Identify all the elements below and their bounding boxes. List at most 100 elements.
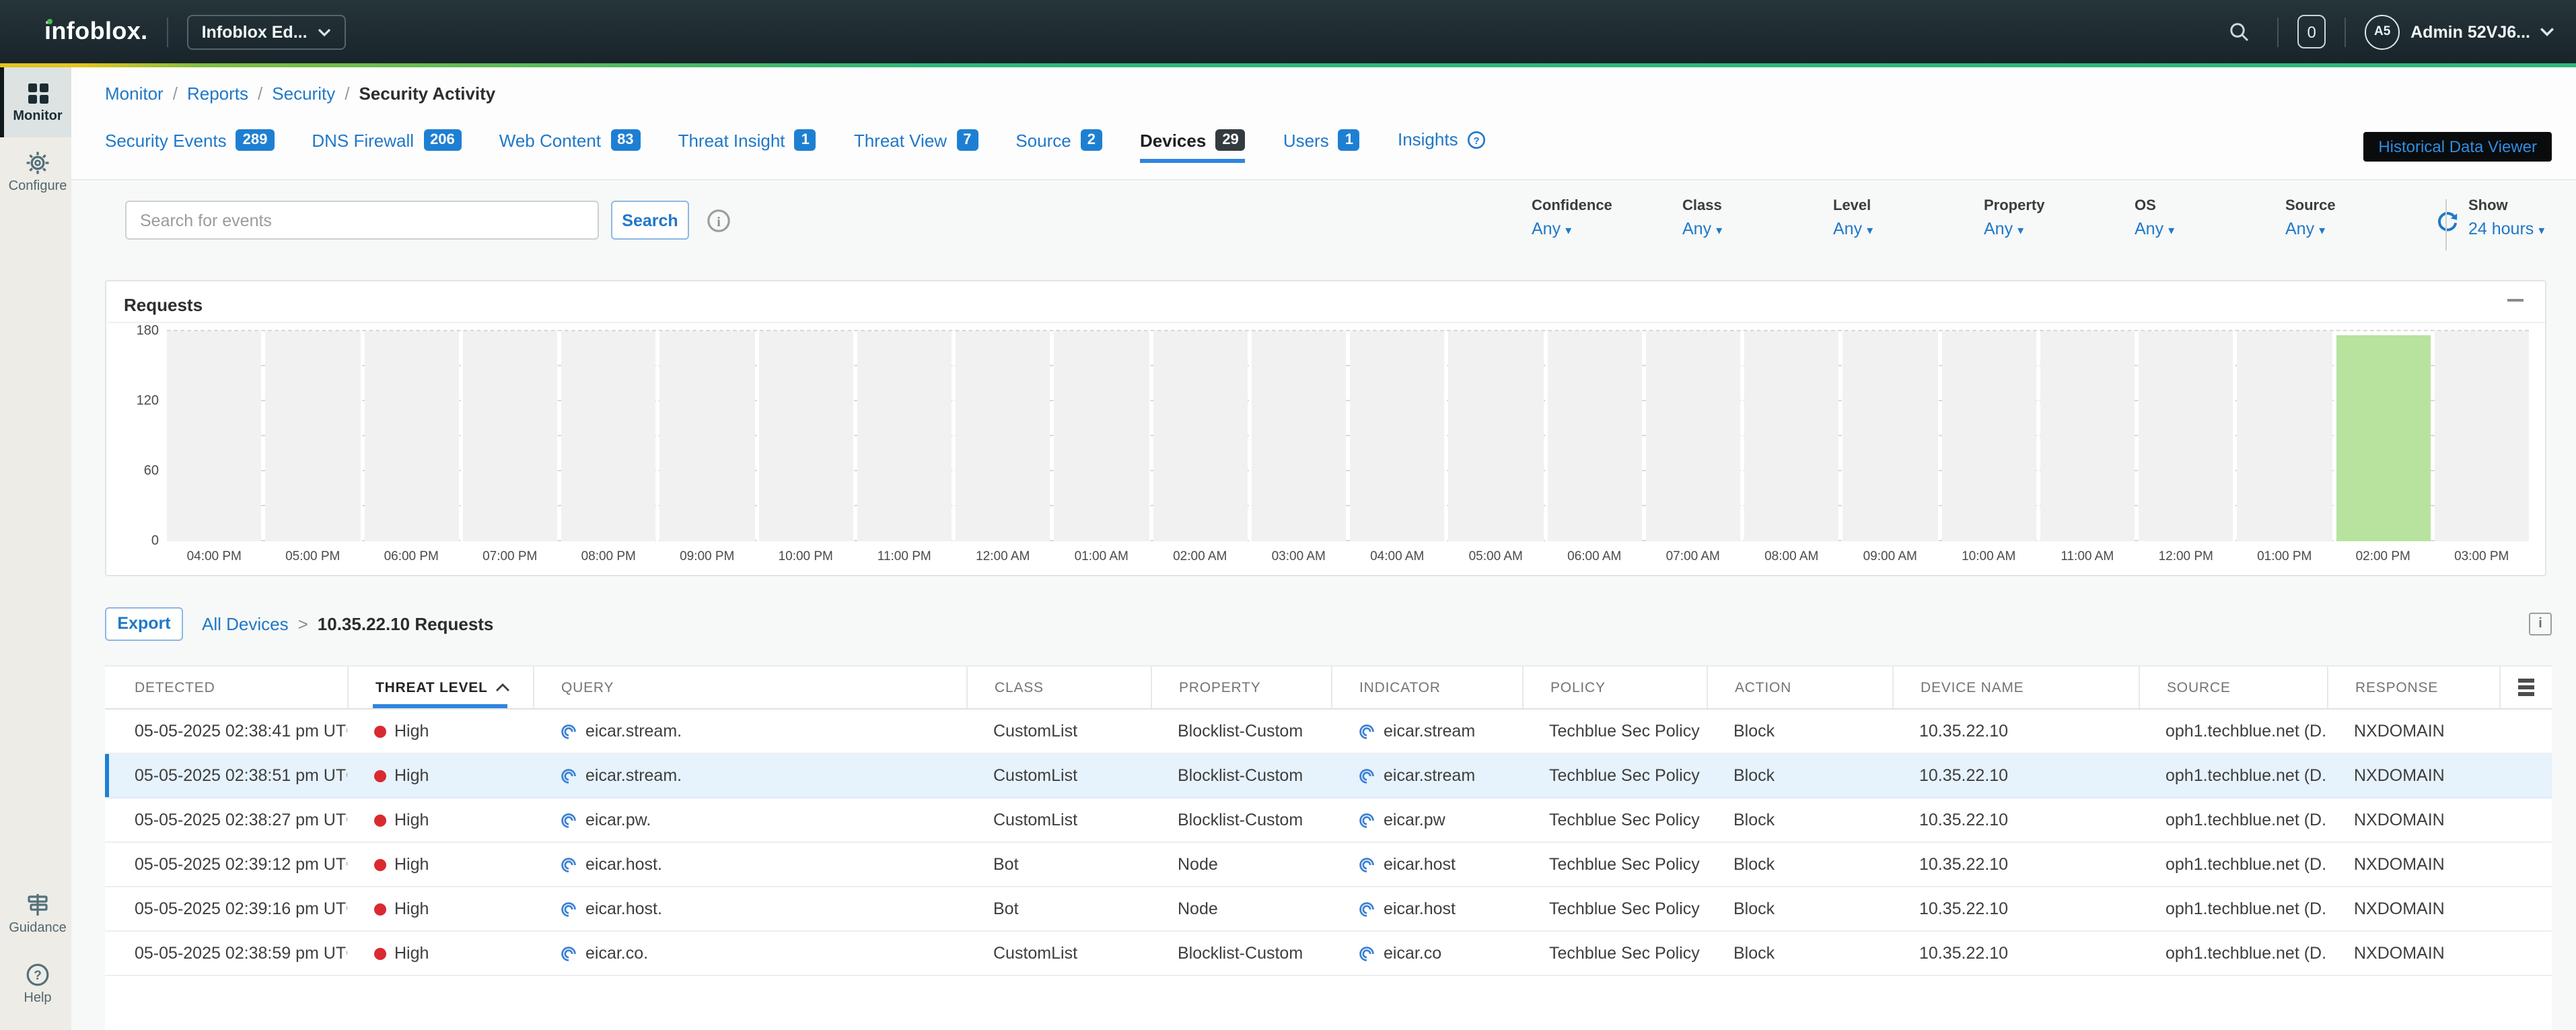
tab-threat-insight[interactable]: Threat Insight1 <box>678 129 816 163</box>
indicator-swirl-icon <box>1358 856 1375 873</box>
chevron-down-icon: ▾ <box>1716 224 1722 237</box>
sidebar-item-guidance[interactable]: Guidance <box>0 879 71 949</box>
tab-label: Threat Insight <box>678 130 785 150</box>
chart-bar-02-00-pm[interactable] <box>2336 335 2431 541</box>
product-switcher-dropdown[interactable]: Infoblox Ed... <box>187 14 347 49</box>
cell-text: eicar.stream <box>1384 722 1475 741</box>
column-header-query[interactable]: QUERY <box>533 666 966 708</box>
breadcrumb-link-reports[interactable]: Reports <box>187 83 248 104</box>
table-row[interactable]: 05-05-2025 02:39:12 pm UTCHigheicar.host… <box>105 843 2552 887</box>
column-header-detected[interactable]: DETECTED <box>105 666 347 708</box>
sidebar-item-help[interactable]: ? Help <box>0 949 71 1019</box>
filter-class[interactable]: ClassAny ▾ <box>1682 198 1774 238</box>
filter-source[interactable]: SourceAny ▾ <box>2285 198 2377 238</box>
threat-level-high-dot <box>374 725 386 737</box>
chevron-down-icon: ▾ <box>1867 224 1873 237</box>
notification-counter[interactable]: 0 <box>2297 15 2326 48</box>
table-row[interactable]: 05-05-2025 02:38:59 pm UTCHigheicar.co.C… <box>105 932 2552 976</box>
tab-threat-view[interactable]: Threat View7 <box>854 129 978 163</box>
search-icon[interactable] <box>2221 13 2258 50</box>
show-value-dropdown[interactable]: 24 hours ▾ <box>2468 219 2552 238</box>
x-axis-tick-label: 07:00 AM <box>1646 549 1741 564</box>
column-header-source[interactable]: SOURCE <box>2139 666 2327 708</box>
events-table: DETECTED THREAT LEVEL QUERYCLASSPROPERTY IN… <box>105 665 2552 1030</box>
table-row[interactable]: 05-05-2025 02:38:41 pm UTCHigheicar.stre… <box>105 710 2552 754</box>
threat-level-high-dot <box>374 903 386 915</box>
minimize-panel-icon[interactable] <box>2505 289 2526 311</box>
chevron-down-icon: ▾ <box>2017 224 2024 237</box>
cell-class: CustomList <box>966 798 1151 842</box>
tab-web-content[interactable]: Web Content83 <box>499 129 641 163</box>
chart-band-07-00-pm <box>463 331 558 541</box>
signpost-icon <box>26 893 50 917</box>
threat-level-high-dot <box>374 947 386 959</box>
column-header-policy[interactable]: POLICY <box>1522 666 1707 708</box>
tab-devices[interactable]: Devices29 <box>1140 129 1246 163</box>
column-header-label: THREAT LEVEL <box>375 679 488 695</box>
filter-value-dropdown[interactable]: Any ▾ <box>2135 219 2226 238</box>
filter-value-dropdown[interactable]: Any ▾ <box>1682 219 1774 238</box>
breadcrumb-link-security[interactable]: Security <box>272 83 335 104</box>
search-info-icon[interactable]: i <box>707 208 731 232</box>
filter-show[interactable]: Show24 hours ▾ <box>2468 198 2552 238</box>
table-row[interactable]: 05-05-2025 02:38:27 pm UTCHigheicar.pw.C… <box>105 798 2552 843</box>
table-row[interactable]: 05-05-2025 02:39:16 pm UTCHigheicar.host… <box>105 887 2552 932</box>
tab-count-badge: 206 <box>423 129 462 151</box>
chart-band-02-00-am <box>1153 331 1248 541</box>
tab-security-events[interactable]: Security Events289 <box>105 129 274 163</box>
column-header-device-name[interactable]: DEVICE NAME <box>1892 666 2139 708</box>
tab-label: Security Events <box>105 130 227 150</box>
tab-label: Users <box>1283 130 1329 150</box>
refresh-icon[interactable] <box>2436 210 2459 233</box>
cell-policy: Techblue Sec Policy <box>1522 887 1707 930</box>
column-header-property[interactable]: PROPERTY <box>1151 666 1331 708</box>
column-header-response[interactable]: RESPONSE <box>2327 666 2499 708</box>
tab-dns-firewall[interactable]: DNS Firewall206 <box>312 129 461 163</box>
search-input[interactable] <box>125 201 599 240</box>
cell-policy: Techblue Sec Policy <box>1522 843 1707 886</box>
tab-label: Threat View <box>854 130 947 150</box>
table-info-icon[interactable]: i <box>2529 612 2552 635</box>
table-columns-menu-icon[interactable] <box>2499 666 2552 708</box>
sidebar-item-monitor[interactable]: Monitor <box>0 67 71 137</box>
filter-value-dropdown[interactable]: Any ▾ <box>1532 219 1623 238</box>
export-button[interactable]: Export <box>105 607 183 640</box>
threat-level-high-dot <box>374 769 386 782</box>
filter-property[interactable]: PropertyAny ▾ <box>1984 198 2075 238</box>
indicator-swirl-icon <box>560 811 577 829</box>
search-button[interactable]: Search <box>611 201 689 240</box>
chart-band-11-00-am <box>2040 331 2135 541</box>
x-axis-tick-label: 01:00 AM <box>1054 549 1149 564</box>
tab-insights[interactable]: Insights? <box>1398 129 1487 162</box>
column-header-label: INDICATOR <box>1359 679 1441 695</box>
filter-level[interactable]: LevelAny ▾ <box>1833 198 1925 238</box>
filter-os[interactable]: OSAny ▾ <box>2135 198 2226 238</box>
filter-value-dropdown[interactable]: Any ▾ <box>1833 219 1925 238</box>
cell-policy: Techblue Sec Policy <box>1522 710 1707 753</box>
all-devices-link[interactable]: All Devices <box>202 613 289 633</box>
column-header-action[interactable]: ACTION <box>1707 666 1892 708</box>
breadcrumb-link-monitor[interactable]: Monitor <box>105 83 164 104</box>
filter-value-dropdown[interactable]: Any ▾ <box>1984 219 2075 238</box>
cell-action: Block <box>1707 798 1892 842</box>
table-body: 05-05-2025 02:38:41 pm UTCHigheicar.stre… <box>105 710 2552 976</box>
column-header-indicator[interactable]: INDICATOR <box>1331 666 1522 708</box>
table-header-row: DETECTED THREAT LEVEL QUERYCLASSPROPERTY IN… <box>105 665 2552 710</box>
sidebar-item-configure[interactable]: Configure <box>0 137 71 207</box>
filter-value: Any <box>1833 219 1862 238</box>
filter-confidence[interactable]: ConfidenceAny ▾ <box>1532 198 1623 238</box>
column-header-threat-level[interactable]: THREAT LEVEL <box>347 666 533 708</box>
tab-users[interactable]: Users1 <box>1283 129 1360 163</box>
tab-source[interactable]: Source2 <box>1015 129 1102 163</box>
table-breadcrumb: All Devices > 10.35.22.10 Requests <box>202 613 493 633</box>
filter-value-dropdown[interactable]: Any ▾ <box>2285 219 2377 238</box>
column-header-class[interactable]: CLASS <box>966 666 1151 708</box>
top-bar: infoblox. Infoblox Ed... 0 A5 Admin 52VJ… <box>0 0 2576 63</box>
topbar-divider <box>2345 17 2346 46</box>
user-menu[interactable]: A5 Admin 52VJ6... <box>2365 14 2554 49</box>
table-row[interactable]: 05-05-2025 02:38:51 pm UTCHigheicar.stre… <box>105 754 2552 798</box>
chart-band-12-00-pm <box>2139 331 2233 541</box>
historical-data-viewer-button[interactable]: Historical Data Viewer <box>2363 132 2552 162</box>
cell-detected: 05-05-2025 02:38:59 pm UTC <box>105 932 347 975</box>
cell-property: Node <box>1151 887 1331 930</box>
